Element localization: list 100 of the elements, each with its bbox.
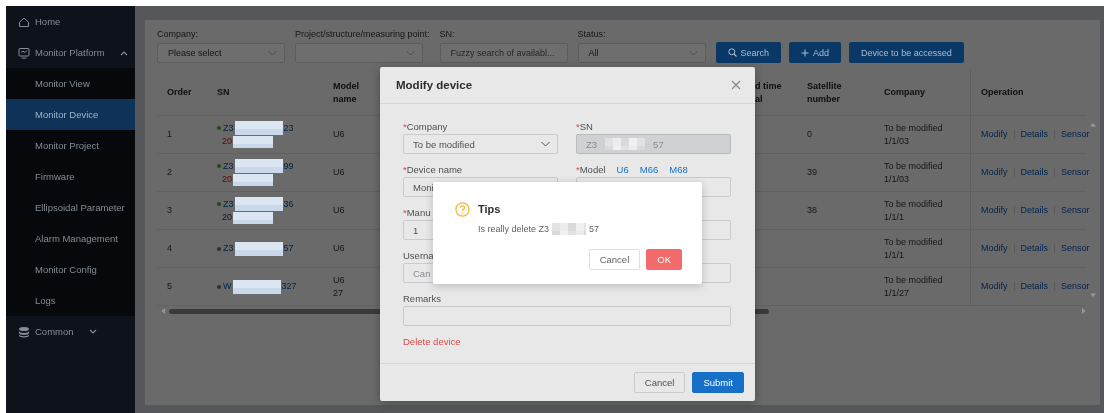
add-button[interactable]: Add bbox=[789, 42, 842, 63]
cancel-button[interactable]: Cancel bbox=[633, 372, 686, 393]
filter-label: Project/structure/measuring point: bbox=[295, 28, 430, 40]
model-link[interactable]: U6 bbox=[616, 163, 629, 175]
operation-link[interactable]: Details bbox=[1020, 166, 1049, 179]
column-header: Order bbox=[166, 86, 193, 99]
operation-link[interactable]: Details bbox=[1020, 242, 1049, 255]
cancel-button[interactable]: Cancel bbox=[588, 249, 641, 270]
select-field[interactable]: To be modified bbox=[403, 134, 558, 154]
operation-link[interactable]: Modify bbox=[981, 128, 1008, 141]
nav-item[interactable]: Monitor View bbox=[6, 68, 135, 99]
chevron-down-icon bbox=[268, 50, 277, 56]
operation-link[interactable]: Modify bbox=[981, 166, 1008, 179]
sn-link[interactable]: Z3 bbox=[223, 121, 234, 135]
home-icon bbox=[18, 15, 30, 28]
table-cell-text: U6 bbox=[333, 166, 346, 179]
submit-button[interactable]: Submit bbox=[692, 372, 744, 393]
table-cell-text: 3 bbox=[166, 204, 173, 217]
nav-item[interactable]: Monitor Project bbox=[6, 130, 135, 161]
sn-link[interactable]: 23 bbox=[283, 121, 294, 135]
action-button[interactable]: Device to be accessed bbox=[849, 42, 964, 63]
chevron-down-icon bbox=[406, 50, 415, 56]
plus-icon bbox=[801, 48, 810, 57]
field-label: Remarks bbox=[403, 292, 441, 304]
nav-item[interactable]: Firmware bbox=[6, 161, 135, 192]
operation-link[interactable]: Sensor bbox=[1061, 242, 1090, 255]
model-link[interactable]: M68 bbox=[669, 163, 688, 175]
redaction-mosaic bbox=[234, 197, 283, 211]
sn-link[interactable]: Z3 bbox=[223, 159, 234, 173]
field-label: *Manu bbox=[403, 206, 431, 218]
operation-link[interactable]: Details bbox=[1020, 280, 1049, 293]
sn-link[interactable]: 99 bbox=[283, 159, 294, 173]
sn-link[interactable]: 57 bbox=[283, 242, 294, 255]
date-text: 20 bbox=[222, 173, 232, 186]
redaction-mosaic bbox=[552, 223, 587, 235]
nav-item[interactable]: Common bbox=[6, 316, 135, 347]
nav-item[interactable]: Monitor Platform bbox=[6, 37, 135, 68]
select-field[interactable]: All bbox=[577, 43, 706, 63]
table-cell-text: To be modified 1/1/27 bbox=[883, 273, 944, 300]
sn-link[interactable]: 327 bbox=[281, 280, 297, 293]
operation-link[interactable]: Sensor bbox=[1061, 128, 1090, 141]
column-header: Model name bbox=[332, 79, 360, 106]
operation-link[interactable]: Details bbox=[1020, 128, 1049, 141]
redaction-mosaic bbox=[232, 279, 281, 294]
scroll-left-icon bbox=[161, 308, 166, 314]
filter-label: Company: bbox=[157, 28, 200, 40]
filter-label: SN: bbox=[439, 28, 456, 40]
dialog-title: Tips bbox=[478, 202, 502, 216]
redaction-mosaic bbox=[234, 121, 283, 135]
field-label: *SN bbox=[576, 120, 593, 132]
close-button[interactable] bbox=[729, 78, 743, 92]
redaction-mosaic bbox=[233, 211, 273, 224]
message-text: Is really delete Z3 bbox=[478, 224, 550, 234]
table-cell-text: 0 bbox=[806, 128, 813, 141]
nav-item[interactable]: Logs bbox=[6, 285, 135, 316]
column-header: Company bbox=[883, 86, 926, 99]
field-value: 57 bbox=[653, 138, 664, 150]
search-icon bbox=[727, 48, 737, 57]
nav-item[interactable]: Alarm Management bbox=[6, 223, 135, 254]
sn-link[interactable]: 36 bbox=[283, 197, 294, 211]
table-cell-text: 5 bbox=[166, 280, 173, 293]
nav-item[interactable]: Monitor Config bbox=[6, 254, 135, 285]
scroll-down-icon bbox=[1090, 293, 1096, 298]
nav-item[interactable]: Monitor Device bbox=[6, 99, 135, 130]
close-icon bbox=[731, 80, 741, 90]
select-field[interactable]: Please select bbox=[157, 43, 285, 63]
operation-link[interactable]: Sensor bbox=[1061, 204, 1090, 217]
table-cell-text: U6 bbox=[333, 128, 346, 141]
table-cell-text: 38 bbox=[806, 204, 818, 217]
nav-item[interactable]: Ellipsoidal Parameter bbox=[6, 192, 135, 223]
column-header: d time al bbox=[754, 79, 783, 106]
sn-link[interactable]: Z3 bbox=[223, 197, 234, 211]
chevron-down-icon bbox=[541, 141, 550, 147]
field-label: *Model bbox=[576, 163, 606, 175]
delete-link[interactable]: Delete device bbox=[403, 335, 730, 349]
dialog-title: Modify device bbox=[396, 79, 473, 91]
column-header: Operation bbox=[970, 70, 1086, 115]
ok-button[interactable]: OK bbox=[646, 249, 682, 270]
model-link[interactable]: M66 bbox=[639, 163, 659, 175]
field-label: *Company bbox=[403, 120, 448, 132]
table-cell-text: To be modified 1/1/03 bbox=[883, 159, 944, 186]
select-field[interactable] bbox=[295, 43, 423, 63]
nav-item[interactable]: Home bbox=[6, 6, 135, 37]
sn-link[interactable]: Z3 bbox=[223, 242, 234, 255]
operation-link[interactable]: Details bbox=[1020, 204, 1049, 217]
operation-link[interactable]: Sensor bbox=[1061, 166, 1090, 179]
field-label: Userna bbox=[403, 249, 434, 261]
table-cell-text: To be modified 1/1/1 bbox=[883, 235, 944, 262]
operation-link[interactable]: Modify bbox=[981, 242, 1008, 255]
redaction-mosaic bbox=[233, 173, 273, 186]
operation-link[interactable]: Modify bbox=[981, 280, 1008, 293]
operation-link[interactable]: Sensor bbox=[1061, 280, 1090, 293]
sn-link[interactable]: W bbox=[223, 280, 232, 293]
search-field[interactable]: Fuzzy search of availabl... bbox=[439, 43, 568, 63]
text-field[interactable] bbox=[403, 306, 731, 326]
redaction-mosaic bbox=[234, 159, 283, 173]
table-cell-text: 1 bbox=[166, 128, 173, 141]
operation-link[interactable]: Modify bbox=[981, 204, 1008, 217]
table-cell-text: U6 bbox=[333, 204, 346, 217]
search-button[interactable]: Search bbox=[715, 42, 782, 63]
